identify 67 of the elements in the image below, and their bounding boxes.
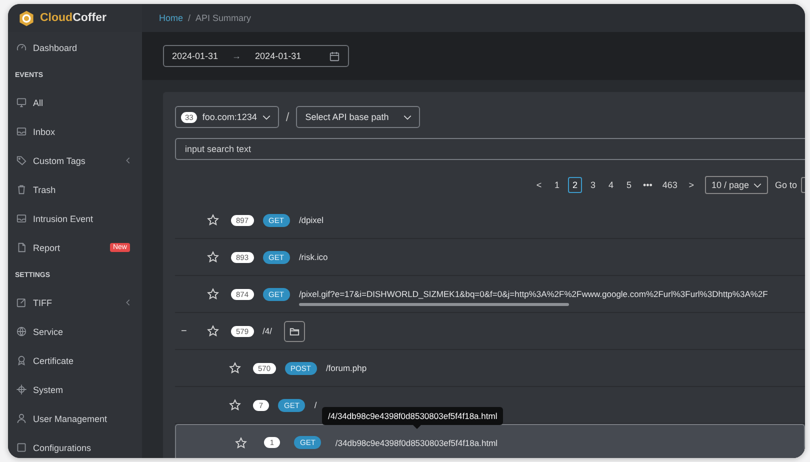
- breadcrumb-separator: /: [188, 13, 191, 23]
- page-button[interactable]: 4: [604, 177, 618, 193]
- crosshair-icon: [16, 384, 27, 395]
- folder-icon: [288, 326, 300, 336]
- api-path[interactable]: /4/: [262, 326, 272, 336]
- star-icon[interactable]: [229, 362, 241, 374]
- folder-button[interactable]: [284, 320, 305, 342]
- collapse-toggle[interactable]: −: [181, 326, 187, 336]
- base-path-select[interactable]: Select API base path: [296, 106, 420, 128]
- tag-icon: [16, 155, 27, 166]
- next-page-button[interactable]: >: [684, 177, 698, 193]
- edit-icon: [16, 297, 27, 308]
- star-icon[interactable]: [207, 214, 219, 226]
- sidebar-item[interactable]: Service: [8, 317, 142, 346]
- star-icon[interactable]: [235, 436, 247, 448]
- page-size-select[interactable]: 10 / page: [705, 176, 768, 194]
- page-button[interactable]: •••: [640, 177, 656, 193]
- breadcrumb-current: API Summary: [196, 13, 252, 23]
- star-icon[interactable]: [207, 251, 219, 263]
- envelope-icon: [16, 213, 27, 224]
- date-range-picker[interactable]: 2024-01-31 → 2024-01-31: [163, 45, 349, 67]
- breadcrumb-link[interactable]: Home: [159, 13, 184, 23]
- trash-icon: [16, 184, 27, 195]
- envelope-icon: [16, 126, 27, 137]
- star-icon[interactable]: [229, 399, 241, 411]
- page-button[interactable]: 3: [586, 177, 600, 193]
- page-button[interactable]: 1: [550, 177, 564, 193]
- sidebar-item[interactable]: TIFF: [8, 288, 142, 317]
- goto-label: Go to: [774, 180, 797, 190]
- previous-page-button[interactable]: <: [532, 177, 546, 193]
- path-separator: /: [286, 110, 290, 124]
- api-path[interactable]: /risk.ico: [298, 252, 328, 262]
- api-path[interactable]: /dpixel: [298, 215, 324, 225]
- sidebar-item[interactable]: User Management: [8, 404, 142, 433]
- scrollbar-thumb[interactable]: [298, 303, 569, 306]
- gauge-icon: [16, 42, 27, 53]
- api-path[interactable]: /forum.php: [326, 363, 367, 373]
- page-button[interactable]: 2: [568, 177, 582, 193]
- sidebar-item[interactable]: Inbox: [8, 117, 142, 146]
- monitor-icon: [16, 97, 27, 108]
- award-icon: [16, 355, 27, 366]
- api-path[interactable]: /34db98c9e4398f0d8530803ef5f4f18a.html: [335, 438, 498, 448]
- user-icon: [16, 413, 27, 424]
- globe-icon: [16, 326, 27, 337]
- api-path[interactable]: /: [314, 400, 317, 410]
- sidebar-item[interactable]: All: [8, 88, 142, 117]
- chevron-down-icon: [402, 114, 412, 120]
- sidebar-item[interactable]: Custom Tags: [8, 146, 142, 175]
- square-icon: [16, 442, 27, 453]
- search-field[interactable]: input search text: [175, 138, 805, 160]
- sidebar-item[interactable]: Dashboard: [8, 33, 142, 62]
- sidebar-item[interactable]: System: [8, 375, 142, 404]
- star-icon[interactable]: [207, 288, 219, 300]
- api-path[interactable]: /pixel.gif?e=17&i=DISHWORLD_SIZMEK1&bq=0&f=0&j=http%3A%2F%2Fwww.google.com%2Furl%3Furl%3Dhttp%3A%2F: [298, 289, 768, 299]
- star-icon[interactable]: [207, 325, 219, 337]
- chevron-down-icon: [752, 182, 762, 188]
- brand-name: CloudCoffer: [40, 12, 106, 24]
- chevron-down-icon: [262, 114, 271, 120]
- sidebar-item[interactable]: Intrusion Event: [8, 204, 142, 233]
- sidebar-item[interactable]: Configurations: [8, 433, 142, 458]
- sidebar-item[interactable]: Trash: [8, 175, 142, 204]
- page-button[interactable]: 5: [622, 177, 636, 193]
- logo-icon: [18, 10, 35, 26]
- sidebar-item[interactable]: Certificate: [8, 346, 142, 375]
- page-button[interactable]: 463: [659, 177, 680, 193]
- document-icon: [16, 242, 27, 253]
- calendar-icon: [329, 50, 340, 62]
